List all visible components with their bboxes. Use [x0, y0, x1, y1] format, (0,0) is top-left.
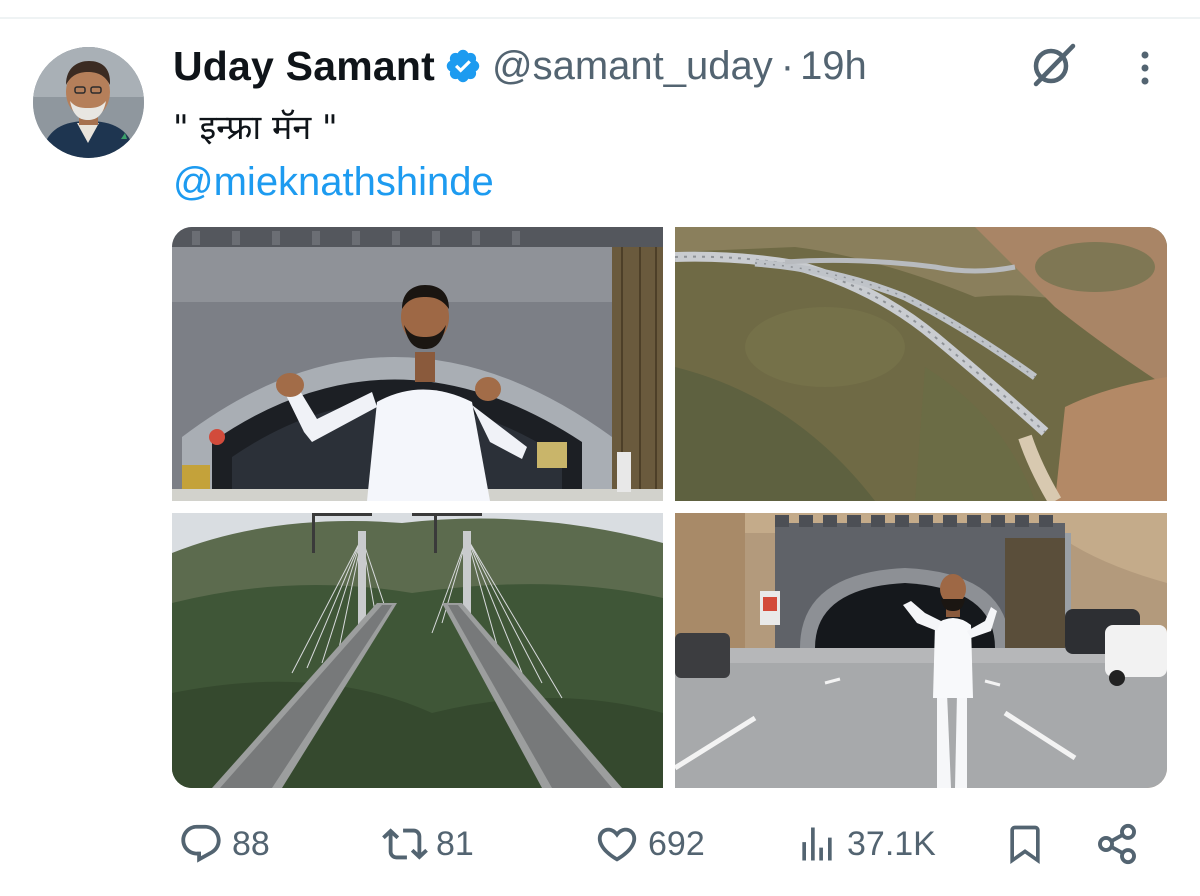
views-count: 37.1K	[847, 824, 936, 863]
media-grid	[172, 227, 1167, 788]
views-icon	[795, 822, 839, 866]
more-options-icon[interactable]	[1128, 48, 1162, 88]
like-icon	[594, 821, 640, 867]
photo-tunnel-road[interactable]	[675, 513, 1167, 788]
mention-link[interactable]: @mieknathshinde	[173, 160, 494, 205]
action-bar: 88 81 692 37.1K	[0, 812, 1200, 876]
photo-tunnel-speech[interactable]	[172, 227, 663, 501]
tweet-text: " इन्फ्रा मॅन "	[173, 108, 338, 148]
like-button[interactable]: 692	[594, 812, 705, 876]
top-divider	[0, 17, 1200, 19]
avatar[interactable]	[33, 47, 144, 158]
author-name[interactable]: Uday Samant	[173, 43, 435, 90]
views-button[interactable]: 37.1K	[795, 812, 936, 876]
share-icon	[1095, 822, 1139, 866]
bookmark-icon	[1003, 822, 1047, 866]
like-count: 692	[648, 824, 705, 863]
bookmark-button[interactable]	[1003, 812, 1047, 876]
repost-count: 81	[436, 824, 474, 863]
author-handle[interactable]: @samant_uday	[492, 44, 773, 89]
reply-icon	[178, 821, 224, 867]
dot-separator: ·	[780, 43, 795, 88]
timestamp[interactable]: 19h	[800, 44, 867, 89]
grok-icon[interactable]	[1027, 40, 1079, 90]
photo-cable-stayed-bridge[interactable]	[172, 513, 663, 788]
reply-button[interactable]: 88	[178, 812, 270, 876]
verified-badge-icon	[444, 47, 482, 85]
share-button[interactable]	[1095, 812, 1139, 876]
repost-icon	[382, 821, 428, 867]
tweet-header: Uday Samant @samant_uday · 19h	[173, 40, 867, 92]
reply-count: 88	[232, 824, 270, 863]
repost-button[interactable]: 81	[382, 812, 474, 876]
photo-aerial-viaduct[interactable]	[675, 227, 1167, 501]
